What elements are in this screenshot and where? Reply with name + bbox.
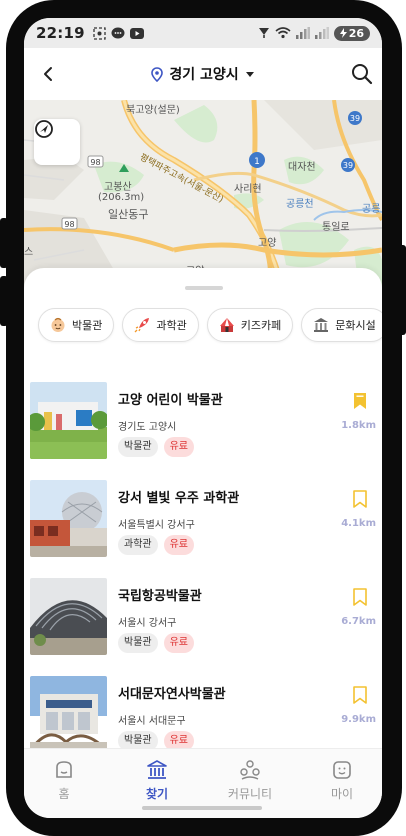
location-pin-icon bbox=[151, 66, 164, 82]
place-title: 고양 어린이 박물관 bbox=[118, 393, 223, 408]
list-item[interactable]: 고양 어린이 박물관 경기도 고양시 박물관 유료 1.8km bbox=[24, 362, 382, 460]
place-thumbnail bbox=[30, 578, 107, 655]
place-distance: 1.8km bbox=[341, 420, 376, 431]
svg-text:39: 39 bbox=[343, 161, 353, 170]
place-title: 국립항공박물관 bbox=[118, 589, 202, 604]
category-tag: 박물관 bbox=[118, 633, 158, 653]
rocket-icon bbox=[134, 318, 150, 333]
place-thumbnail bbox=[30, 480, 107, 557]
map-label-seu: 스 bbox=[24, 247, 34, 258]
chip-label: 문화시설 bbox=[335, 319, 376, 332]
category-tag: 과학관 bbox=[118, 535, 158, 555]
location-selector[interactable]: 경기 고양시 bbox=[151, 64, 254, 84]
nav-community[interactable]: 커뮤니티 bbox=[210, 759, 290, 802]
results-sheet: 박물관 과학관 키즈카페 문화시설 고양 어린이 박물관 경기도 고양시 박물관… bbox=[24, 268, 382, 753]
place-distance: 6.7km bbox=[341, 616, 376, 627]
youtube-icon bbox=[129, 27, 144, 39]
list-item[interactable]: 강서 별빛 우주 과학관 서울특별시 강서구 과학관 유료 4.1km bbox=[24, 460, 382, 558]
nav-label: 커뮤니티 bbox=[227, 787, 273, 801]
map-label-district: 일산동구 bbox=[108, 208, 149, 221]
chip-kidscafe[interactable]: 키즈카페 bbox=[206, 308, 294, 342]
map-label-daejacheon: 대자천 bbox=[288, 162, 316, 173]
place-address: 경기도 고양시 bbox=[118, 422, 177, 433]
nav-find[interactable]: 찾기 bbox=[117, 759, 197, 802]
back-arrow-icon[interactable] bbox=[38, 63, 60, 85]
svg-text:98: 98 bbox=[64, 220, 74, 229]
sheet-handle[interactable] bbox=[185, 286, 223, 290]
map-view[interactable]: 1 39 39 98 98 북고양(설문) 평택파주고속(서울-문산) 고봉산 … bbox=[24, 100, 382, 290]
place-title: 강서 별빛 우주 과학관 bbox=[118, 491, 240, 506]
search-icon[interactable] bbox=[350, 62, 374, 86]
home-icon bbox=[56, 761, 72, 778]
place-address: 서울시 강서구 bbox=[118, 618, 177, 629]
bookmark-filled-icon[interactable] bbox=[352, 392, 368, 410]
nav-home[interactable]: 홈 bbox=[24, 759, 104, 802]
bookmark-outline-icon[interactable] bbox=[352, 490, 368, 508]
fee-tag: 유료 bbox=[163, 535, 195, 555]
nav-label: 찾기 bbox=[145, 787, 169, 801]
battery-indicator: 26 bbox=[333, 25, 370, 41]
svg-text:39: 39 bbox=[350, 114, 360, 123]
place-distance: 4.1km bbox=[341, 518, 376, 529]
map-label-goyang-jc: 고양 bbox=[258, 238, 277, 249]
map-label-sarihyeon: 사리현 bbox=[234, 184, 262, 195]
chip-label: 박물관 bbox=[72, 319, 103, 332]
map-label-elevation: (206.3m) bbox=[98, 192, 145, 203]
svg-text:98: 98 bbox=[90, 158, 100, 167]
place-list: 고양 어린이 박물관 경기도 고양시 박물관 유료 1.8km 강서 별빛 우주… bbox=[24, 362, 382, 754]
museum-baby-icon bbox=[51, 317, 65, 332]
screen: 22:19 26 경기 고양시 1 39 39 98 98 북고양(설문) 평택… bbox=[24, 18, 382, 818]
place-thumbnail bbox=[30, 676, 107, 753]
alarm-icon bbox=[258, 28, 269, 38]
chat-icon bbox=[111, 27, 125, 38]
list-item[interactable]: 서대문자연사박물관 서울시 서대문구 박물관 유료 9.9km bbox=[24, 656, 382, 754]
place-address: 서울시 서대문구 bbox=[118, 716, 186, 727]
chip-label: 키즈카페 bbox=[240, 319, 282, 332]
locate-me-button[interactable] bbox=[34, 119, 80, 165]
fee-tag: 유료 bbox=[163, 633, 195, 653]
chip-culture[interactable]: 문화시설 bbox=[301, 308, 382, 342]
category-chips: 박물관 과학관 키즈카페 문화시설 bbox=[38, 308, 382, 342]
chip-science[interactable]: 과학관 bbox=[122, 308, 199, 342]
place-thumbnail bbox=[30, 382, 107, 459]
map-label-mountain: 고봉산 bbox=[104, 182, 132, 193]
nav-label: 마이 bbox=[330, 787, 354, 801]
smile-icon bbox=[333, 761, 351, 779]
status-bar: 22:19 26 bbox=[24, 18, 382, 48]
battery-level: 26 bbox=[348, 26, 364, 40]
circus-tent-icon bbox=[219, 318, 234, 332]
place-distance: 9.9km bbox=[341, 714, 376, 725]
building-columns-icon bbox=[314, 318, 329, 332]
signal-icon bbox=[295, 27, 310, 39]
museum-icon bbox=[147, 760, 167, 779]
app-header: 경기 고양시 bbox=[24, 48, 382, 100]
community-icon bbox=[240, 760, 260, 780]
wifi-icon bbox=[275, 27, 291, 39]
map-label-bukgoyang: 북고양(설문) bbox=[126, 105, 180, 116]
bookmark-outline-icon[interactable] bbox=[352, 686, 368, 704]
charging-icon bbox=[339, 28, 347, 38]
list-item[interactable]: 국립항공박물관 서울시 강서구 박물관 유료 6.7km bbox=[24, 558, 382, 656]
chip-label: 과학관 bbox=[156, 319, 187, 332]
dropdown-caret-icon bbox=[245, 72, 254, 77]
map-label-gong: 공릉 bbox=[362, 204, 381, 215]
screenshot-icon bbox=[93, 26, 106, 40]
place-address: 서울특별시 강서구 bbox=[118, 520, 195, 531]
home-indicator[interactable] bbox=[142, 806, 262, 810]
status-time: 22:19 bbox=[36, 24, 85, 42]
nav-label: 홈 bbox=[58, 787, 70, 801]
map-label-tongillo: 통일로 bbox=[322, 222, 350, 233]
map-label-gongneungcheon: 공릉천 bbox=[286, 199, 314, 210]
svg-text:1: 1 bbox=[254, 157, 260, 167]
bookmark-outline-icon[interactable] bbox=[352, 588, 368, 606]
chip-museum[interactable]: 박물관 bbox=[38, 308, 115, 342]
location-label: 경기 고양시 bbox=[169, 67, 239, 83]
nav-my[interactable]: 마이 bbox=[302, 759, 382, 802]
fee-tag: 유료 bbox=[163, 437, 195, 457]
compass-icon bbox=[35, 120, 53, 138]
signal-icon-2 bbox=[314, 27, 329, 39]
category-tag: 박물관 bbox=[118, 437, 158, 457]
place-title: 서대문자연사박물관 bbox=[118, 687, 226, 702]
